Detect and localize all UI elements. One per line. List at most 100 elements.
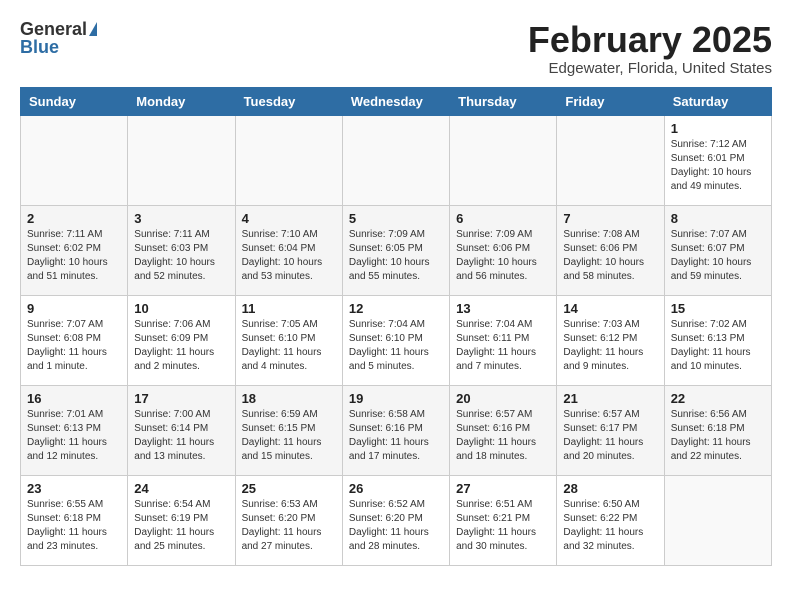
day-number: 19 [349,391,443,406]
calendar-cell: 24 Sunrise: 6:54 AMSunset: 6:19 PMDayligh… [128,475,235,565]
day-info: Sunrise: 7:00 AMSunset: 6:14 PMDaylight:… [134,408,228,464]
day-info: Sunrise: 7:01 AMSunset: 6:13 PMDaylight:… [27,408,121,464]
calendar-cell: 21 Sunrise: 6:57 AMSunset: 6:17 PMDayligh… [557,385,664,475]
day-info: Sunrise: 7:04 AMSunset: 6:11 PMDaylight:… [456,318,550,374]
day-info: Sunrise: 7:03 AMSunset: 6:12 PMDaylight:… [563,318,657,374]
calendar-week-row: 1 Sunrise: 7:12 AMSunset: 6:01 PMDaylight… [21,115,772,205]
day-number: 3 [134,211,228,226]
calendar-cell [21,115,128,205]
day-number: 26 [349,481,443,496]
day-info: Sunrise: 7:02 AMSunset: 6:13 PMDaylight:… [671,318,765,374]
calendar-cell: 20Sunrise: 6:57 AMSunset: 6:16 PMDayligh… [450,385,557,475]
day-number: 27 [456,481,550,496]
day-info: Sunrise: 7:06 AMSunset: 6:09 PMDaylight:… [134,318,228,374]
day-number: 1 [671,121,765,136]
day-info: Sunrise: 7:08 AMSunset: 6:06 PMDaylight:… [563,228,657,284]
calendar-cell: 17 Sunrise: 7:00 AMSunset: 6:14 PMDayligh… [128,385,235,475]
calendar-cell: 12 Sunrise: 7:04 AMSunset: 6:10 PMDayligh… [342,295,449,385]
calendar-cell: 26 Sunrise: 6:52 AMSunset: 6:20 PMDayligh… [342,475,449,565]
day-number: 7 [563,211,657,226]
day-info: Sunrise: 7:07 AMSunset: 6:07 PMDaylight:… [671,228,765,284]
day-info: Sunrise: 7:11 AMSunset: 6:03 PMDaylight:… [134,228,228,284]
calendar-week-row: 23Sunrise: 6:55 AMSunset: 6:18 PMDayligh… [21,475,772,565]
day-info: Sunrise: 7:09 AMSunset: 6:05 PMDaylight:… [349,228,443,284]
day-info: Sunrise: 6:50 AMSunset: 6:22 PMDaylight:… [563,498,657,554]
calendar-week-row: 16 Sunrise: 7:01 AMSunset: 6:13 PMDayligh… [21,385,772,475]
day-number: 17 [134,391,228,406]
day-info: Sunrise: 6:52 AMSunset: 6:20 PMDaylight:… [349,498,443,554]
calendar-cell: 9Sunrise: 7:07 AMSunset: 6:08 PMDaylight… [21,295,128,385]
logo-blue-text: Blue [20,38,59,56]
weekday-header-wednesday: Wednesday [342,87,449,115]
weekday-header-monday: Monday [128,87,235,115]
calendar-cell: 3 Sunrise: 7:11 AMSunset: 6:03 PMDaylight… [128,205,235,295]
calendar-table: SundayMondayTuesdayWednesdayThursdayFrid… [20,87,772,566]
day-info: Sunrise: 6:57 AMSunset: 6:17 PMDaylight:… [563,408,657,464]
day-number: 16 [27,391,121,406]
day-number: 24 [134,481,228,496]
calendar-cell [557,115,664,205]
calendar-cell [235,115,342,205]
day-info: Sunrise: 6:57 AMSunset: 6:16 PMDaylight:… [456,408,550,464]
day-number: 13 [456,301,550,316]
calendar-cell: 13 Sunrise: 7:04 AMSunset: 6:11 PMDayligh… [450,295,557,385]
day-info: Sunrise: 7:04 AMSunset: 6:10 PMDaylight:… [349,318,443,374]
day-number: 23 [27,481,121,496]
day-number: 4 [242,211,336,226]
logo: General Blue [20,20,97,56]
calendar-cell: 27 Sunrise: 6:51 AMSunset: 6:21 PMDayligh… [450,475,557,565]
calendar-title: February 2025 [528,20,772,60]
calendar-cell: 11 Sunrise: 7:05 AMSunset: 6:10 PMDayligh… [235,295,342,385]
title-block: February 2025 Edgewater, Florida, United… [528,20,772,77]
weekday-header-saturday: Saturday [664,87,771,115]
day-info: Sunrise: 6:59 AMSunset: 6:15 PMDaylight:… [242,408,336,464]
calendar-cell: 19 Sunrise: 6:58 AMSunset: 6:16 PMDayligh… [342,385,449,475]
logo-triangle-icon [89,22,97,36]
day-number: 9 [27,301,121,316]
logo-general-text: General [20,20,87,38]
weekday-header-tuesday: Tuesday [235,87,342,115]
calendar-week-row: 9Sunrise: 7:07 AMSunset: 6:08 PMDaylight… [21,295,772,385]
day-number: 25 [242,481,336,496]
day-number: 6 [456,211,550,226]
day-info: Sunrise: 6:51 AMSunset: 6:21 PMDaylight:… [456,498,550,554]
calendar-cell [664,475,771,565]
day-info: Sunrise: 7:05 AMSunset: 6:10 PMDaylight:… [242,318,336,374]
calendar-cell: 5Sunrise: 7:09 AMSunset: 6:05 PMDaylight… [342,205,449,295]
day-info: Sunrise: 6:56 AMSunset: 6:18 PMDaylight:… [671,408,765,464]
calendar-cell: 18Sunrise: 6:59 AMSunset: 6:15 PMDayligh… [235,385,342,475]
day-number: 14 [563,301,657,316]
calendar-cell: 8 Sunrise: 7:07 AMSunset: 6:07 PMDaylight… [664,205,771,295]
day-number: 15 [671,301,765,316]
day-info: Sunrise: 6:58 AMSunset: 6:16 PMDaylight:… [349,408,443,464]
calendar-cell: 16 Sunrise: 7:01 AMSunset: 6:13 PMDayligh… [21,385,128,475]
weekday-header-sunday: Sunday [21,87,128,115]
calendar-cell: 4Sunrise: 7:10 AMSunset: 6:04 PMDaylight… [235,205,342,295]
day-info: Sunrise: 7:12 AMSunset: 6:01 PMDaylight:… [671,138,765,194]
day-number: 12 [349,301,443,316]
day-info: Sunrise: 7:09 AMSunset: 6:06 PMDaylight:… [456,228,550,284]
calendar-subtitle: Edgewater, Florida, United States [528,60,772,77]
day-number: 28 [563,481,657,496]
weekday-header-row: SundayMondayTuesdayWednesdayThursdayFrid… [21,87,772,115]
day-number: 2 [27,211,121,226]
calendar-cell: 23Sunrise: 6:55 AMSunset: 6:18 PMDayligh… [21,475,128,565]
calendar-cell: 1 Sunrise: 7:12 AMSunset: 6:01 PMDaylight… [664,115,771,205]
calendar-cell: 10 Sunrise: 7:06 AMSunset: 6:09 PMDayligh… [128,295,235,385]
calendar-week-row: 2Sunrise: 7:11 AMSunset: 6:02 PMDaylight… [21,205,772,295]
calendar-cell [450,115,557,205]
day-number: 10 [134,301,228,316]
calendar-cell: 7 Sunrise: 7:08 AMSunset: 6:06 PMDaylight… [557,205,664,295]
calendar-cell [128,115,235,205]
day-number: 11 [242,301,336,316]
calendar-header: SundayMondayTuesdayWednesdayThursdayFrid… [21,87,772,115]
calendar-cell [342,115,449,205]
day-number: 8 [671,211,765,226]
weekday-header-friday: Friday [557,87,664,115]
calendar-cell: 22Sunrise: 6:56 AMSunset: 6:18 PMDayligh… [664,385,771,475]
calendar-cell: 28 Sunrise: 6:50 AMSunset: 6:22 PMDayligh… [557,475,664,565]
day-number: 21 [563,391,657,406]
calendar-cell: 6 Sunrise: 7:09 AMSunset: 6:06 PMDaylight… [450,205,557,295]
day-info: Sunrise: 6:54 AMSunset: 6:19 PMDaylight:… [134,498,228,554]
page-header: General Blue February 2025 Edgewater, Fl… [20,20,772,77]
